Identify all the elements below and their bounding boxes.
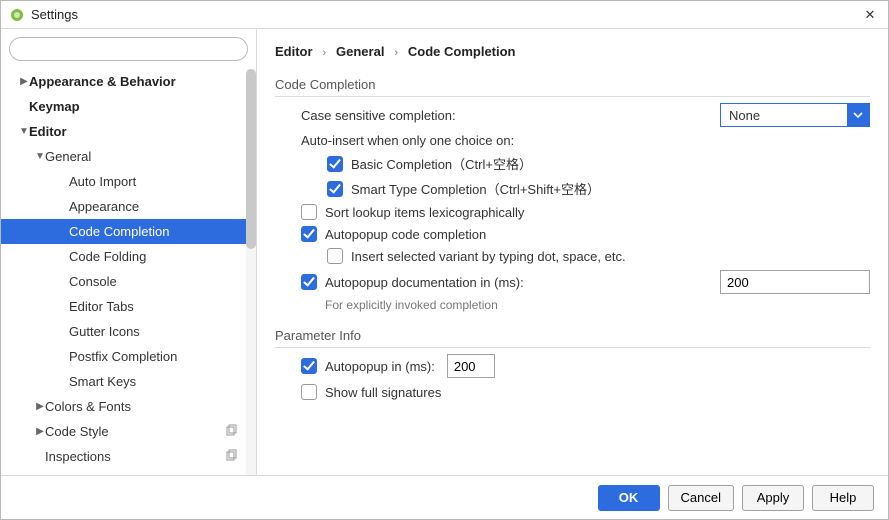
- sidebar-item-smart-keys[interactable]: ▶Smart Keys: [1, 369, 256, 394]
- close-icon[interactable]: ✕: [860, 7, 880, 23]
- label-case-sensitive: Case sensitive completion:: [301, 108, 551, 123]
- label-autodoc: Autopopup documentation in (ms):: [325, 275, 565, 290]
- window-title: Settings: [31, 7, 860, 22]
- sidebar-item-editor[interactable]: ▼Editor: [1, 119, 256, 144]
- label-sort-lex: Sort lookup items lexicographically: [325, 205, 524, 220]
- sidebar-item-label: General: [45, 149, 91, 164]
- sidebar-item-appearance[interactable]: ▶Appearance: [1, 194, 256, 219]
- checkbox-basic-completion[interactable]: [327, 156, 343, 172]
- row-show-full-sig: Show full signatures: [275, 384, 870, 400]
- section-parameter-info: Parameter Info: [275, 328, 870, 348]
- sidebar-item-label: Appearance: [69, 199, 139, 214]
- sidebar-item-label: Code Completion: [69, 224, 169, 239]
- sidebar-item-postfix-completion[interactable]: ▶Postfix Completion: [1, 344, 256, 369]
- dialog-footer: OK Cancel Apply Help: [1, 475, 888, 519]
- checkbox-param-autopopup[interactable]: [301, 358, 317, 374]
- label-autopopup: Autopopup code completion: [325, 227, 486, 242]
- select-value: None: [729, 108, 760, 123]
- sidebar-item-general[interactable]: ▼General: [1, 144, 256, 169]
- apply-button[interactable]: Apply: [742, 485, 804, 511]
- help-button[interactable]: Help: [812, 485, 874, 511]
- sidebar-item-colors-fonts[interactable]: ▶Colors & Fonts: [1, 394, 256, 419]
- sidebar-item-label: Code Style: [45, 424, 109, 439]
- label-smart-completion: Smart Type Completion（Ctrl+Shift+空格）: [351, 179, 600, 198]
- select-case-sensitive[interactable]: None: [720, 103, 870, 127]
- app-icon: [9, 7, 25, 23]
- label-auto-insert-text: Auto-insert when only one choice on:: [301, 133, 514, 148]
- sidebar-item-label: Console: [69, 274, 117, 289]
- hint-autodoc: For explicitly invoked completion: [275, 298, 870, 312]
- sidebar-item-label: Gutter Icons: [69, 324, 140, 339]
- row-autodoc: Autopopup documentation in (ms):: [275, 270, 870, 294]
- sidebar-item-code-folding[interactable]: ▶Code Folding: [1, 244, 256, 269]
- checkbox-autodoc[interactable]: [301, 274, 317, 290]
- sidebar-item-label: Colors & Fonts: [45, 399, 131, 414]
- sidebar-item-label: Editor Tabs: [69, 299, 134, 314]
- settings-tree[interactable]: ▶Appearance & Behavior▶Keymap▼Editor▼Gen…: [1, 69, 256, 475]
- caret-right-icon[interactable]: ▶: [19, 76, 29, 87]
- sidebar-item-appearance-behavior[interactable]: ▶Appearance & Behavior: [1, 69, 256, 94]
- checkbox-insert-variant[interactable]: [327, 248, 343, 264]
- caret-down-icon[interactable]: ▼: [35, 151, 45, 162]
- dialog-body: ▶Appearance & Behavior▶Keymap▼Editor▼Gen…: [1, 29, 888, 475]
- row-autopopup: Autopopup code completion: [275, 226, 870, 242]
- sidebar-item-auto-import[interactable]: ▶Auto Import: [1, 169, 256, 194]
- sidebar-item-label: Appearance & Behavior: [29, 74, 176, 89]
- breadcrumb: Editor › General › Code Completion: [257, 29, 888, 67]
- input-param-autopopup-ms[interactable]: [447, 354, 495, 378]
- caret-right-icon[interactable]: ▶: [35, 401, 45, 412]
- sidebar-item-gutter-icons[interactable]: ▶Gutter Icons: [1, 319, 256, 344]
- main-panel: Editor › General › Code Completion Code …: [257, 29, 888, 475]
- section-code-completion: Code Completion: [275, 77, 870, 97]
- sidebar-item-label: Smart Keys: [69, 374, 136, 389]
- label-basic-completion: Basic Completion（Ctrl+空格）: [351, 154, 532, 173]
- checkbox-smart-completion[interactable]: [327, 181, 343, 197]
- sidebar-item-editor-tabs[interactable]: ▶Editor Tabs: [1, 294, 256, 319]
- row-case-sensitive: Case sensitive completion: None: [275, 103, 870, 127]
- checkbox-show-full-sig[interactable]: [301, 384, 317, 400]
- row-smart-completion: Smart Type Completion（Ctrl+Shift+空格）: [275, 179, 870, 198]
- row-insert-variant: Insert selected variant by typing dot, s…: [275, 248, 870, 264]
- ok-button[interactable]: OK: [598, 485, 660, 511]
- sidebar-item-code-style[interactable]: ▶Code Style: [1, 419, 256, 444]
- sidebar: ▶Appearance & Behavior▶Keymap▼Editor▼Gen…: [1, 29, 257, 475]
- sidebar-item-label: Code Folding: [69, 249, 146, 264]
- settings-dialog: Settings ✕ ▶Appearance & Behavior▶Keymap…: [0, 0, 889, 520]
- copy-icon[interactable]: [224, 449, 238, 466]
- label-auto-insert: Auto-insert when only one choice on:: [275, 133, 870, 148]
- breadcrumb-general: General: [336, 44, 384, 59]
- sidebar-item-code-completion[interactable]: ▶Code Completion: [1, 219, 256, 244]
- label-param-autopopup: Autopopup in (ms):: [325, 359, 435, 374]
- sidebar-item-inspections[interactable]: ▶Inspections: [1, 444, 256, 469]
- sidebar-item-label: Auto Import: [69, 174, 136, 189]
- sidebar-item-label: Inspections: [45, 449, 111, 464]
- checkbox-autopopup[interactable]: [301, 226, 317, 242]
- breadcrumb-sep-icon: ›: [316, 47, 332, 59]
- label-insert-variant: Insert selected variant by typing dot, s…: [351, 249, 626, 264]
- breadcrumb-codecompletion: Code Completion: [408, 44, 516, 59]
- sidebar-item-label: Keymap: [29, 99, 80, 114]
- sidebar-item-keymap[interactable]: ▶Keymap: [1, 94, 256, 119]
- caret-down-icon[interactable]: ▼: [19, 126, 29, 137]
- breadcrumb-sep-icon: ›: [388, 47, 404, 59]
- row-sort-lex: Sort lookup items lexicographically: [275, 204, 870, 220]
- tree-scrollbar[interactable]: [246, 69, 256, 475]
- titlebar: Settings ✕: [1, 1, 888, 29]
- tree-scroll-thumb[interactable]: [246, 69, 256, 249]
- chevron-down-icon: [847, 103, 869, 127]
- caret-right-icon[interactable]: ▶: [35, 426, 45, 437]
- search-input[interactable]: [9, 37, 248, 61]
- cancel-button[interactable]: Cancel: [668, 485, 734, 511]
- breadcrumb-editor: Editor: [275, 44, 313, 59]
- settings-content: Code Completion Case sensitive completio…: [257, 67, 888, 475]
- input-autodoc-ms[interactable]: [720, 270, 870, 294]
- sidebar-item-label: Postfix Completion: [69, 349, 177, 364]
- row-param-autopopup: Autopopup in (ms):: [275, 354, 870, 378]
- copy-icon[interactable]: [224, 424, 238, 441]
- checkbox-sort-lex[interactable]: [301, 204, 317, 220]
- sidebar-item-label: Editor: [29, 124, 67, 139]
- sidebar-item-console[interactable]: ▶Console: [1, 269, 256, 294]
- label-show-full-sig: Show full signatures: [325, 385, 441, 400]
- row-basic-completion: Basic Completion（Ctrl+空格）: [275, 154, 870, 173]
